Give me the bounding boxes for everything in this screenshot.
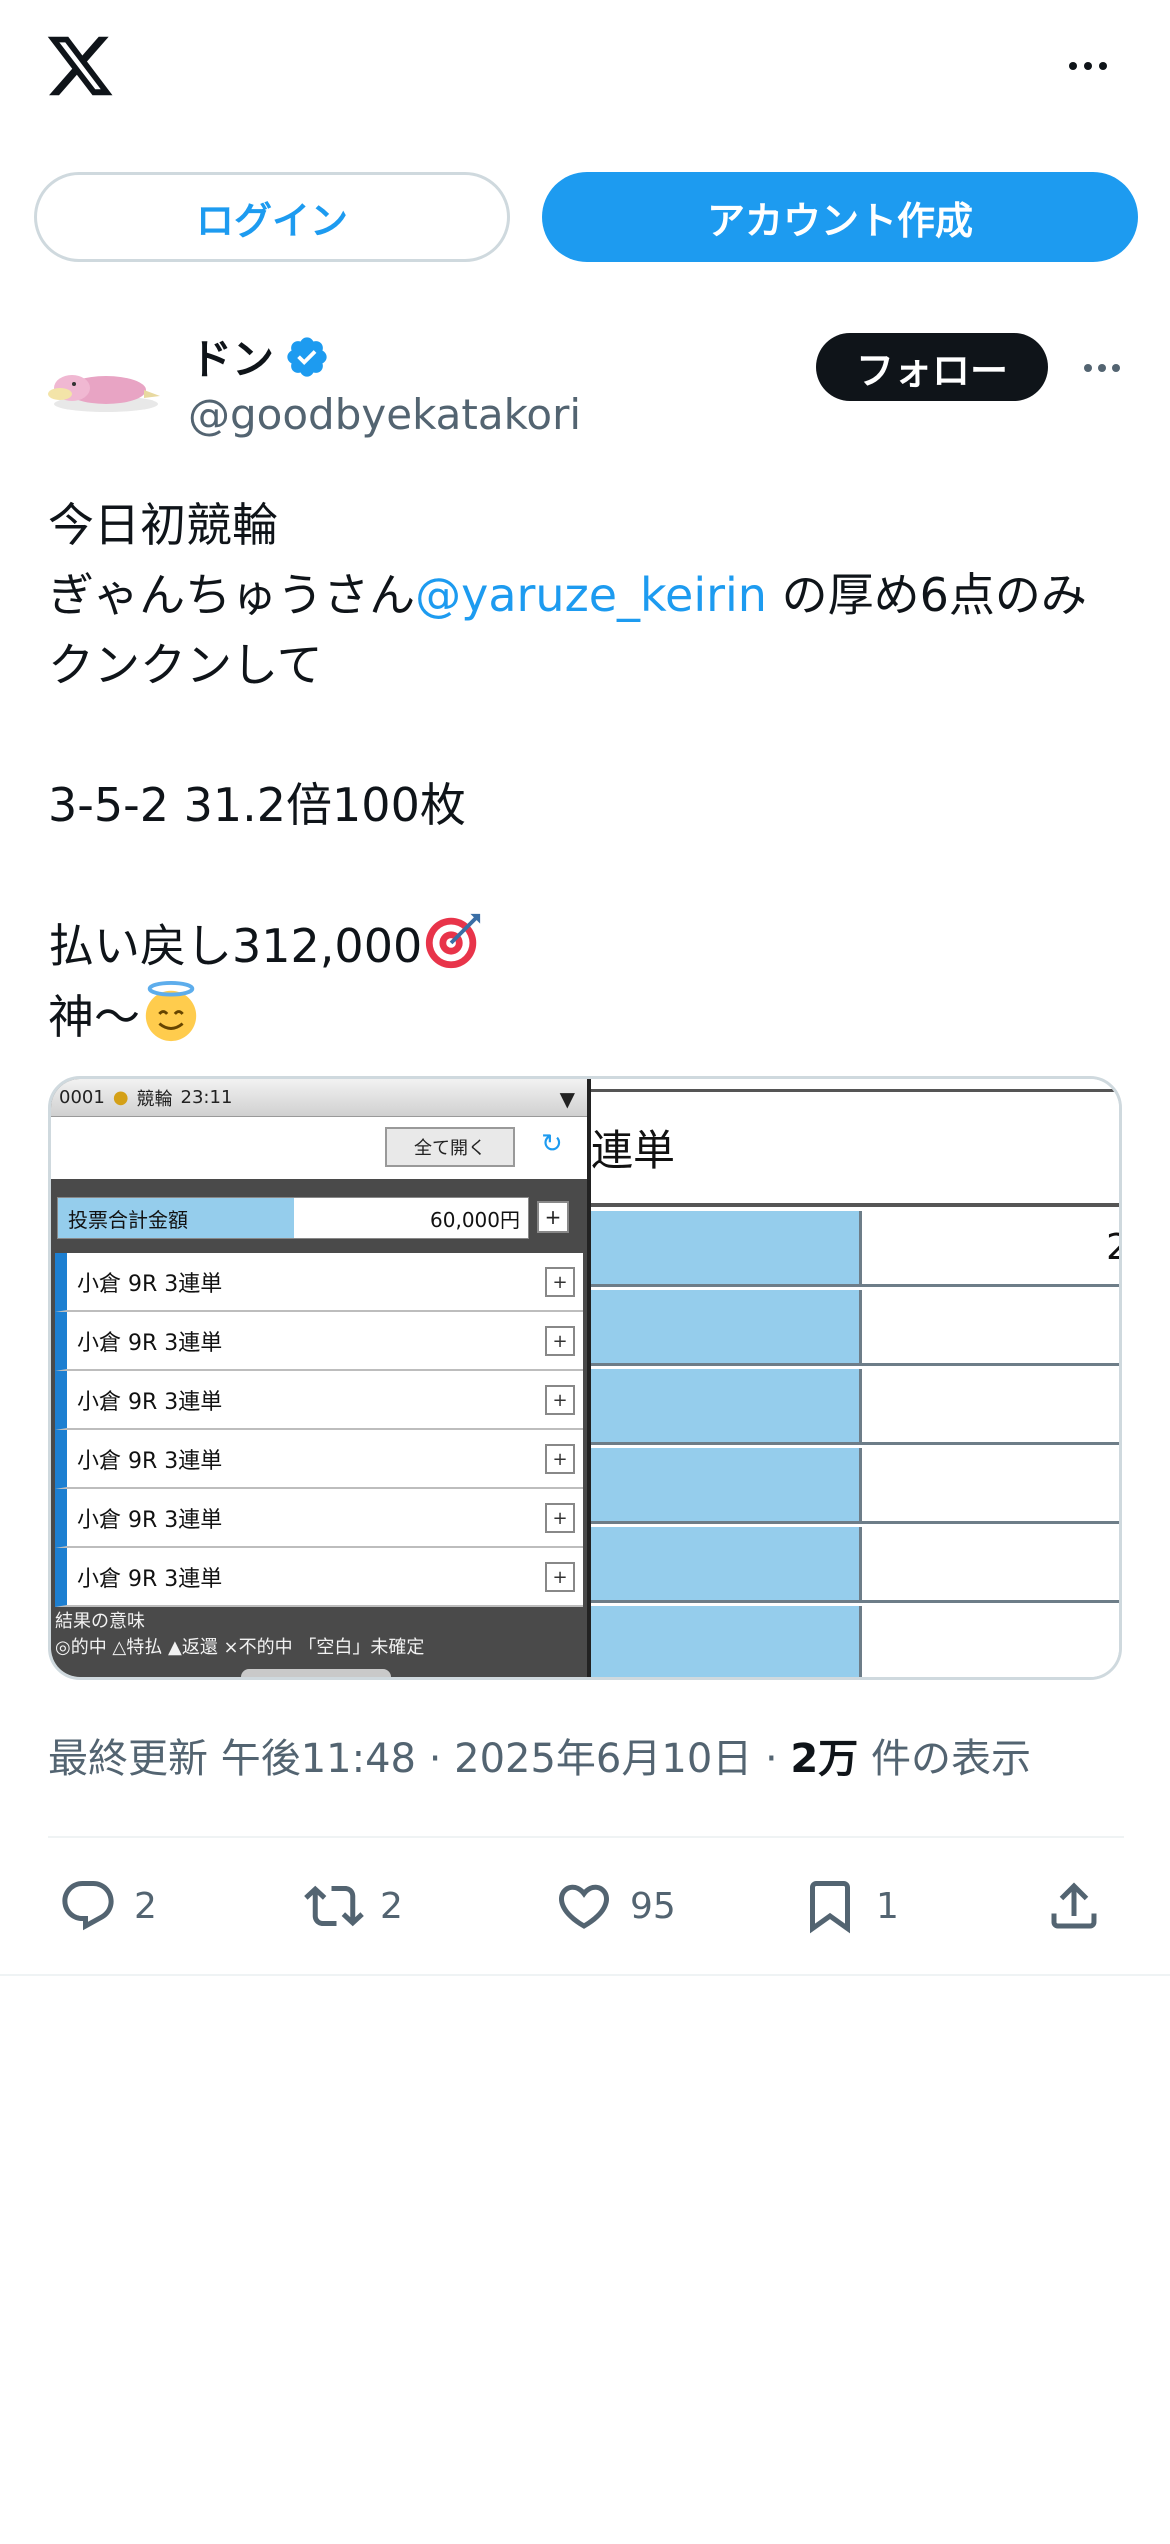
smiling-face-with-halo-emoji-icon bbox=[145, 981, 197, 1042]
betting-app-screenshot: 0001 ● 競輪 23:11 ▼ 全て開く ↻ 投票合計金額 60,000円 … bbox=[51, 1079, 587, 1677]
direct-hit-emoji-icon bbox=[426, 913, 481, 969]
tweet-line: 払い戻し312,000 bbox=[48, 910, 1128, 981]
scroll-handle bbox=[241, 1669, 391, 1677]
plus-icon: + bbox=[545, 1326, 575, 1356]
author-handle[interactable]: @goodbyekatakori bbox=[188, 390, 581, 439]
login-button[interactable]: ログイン bbox=[34, 172, 510, 262]
bet-row: 小倉 9R 3連単 + bbox=[55, 1371, 583, 1430]
tweet-meta: 最終更新 午後11:48 · 2025年6月10日 · 2万 件の表示 bbox=[48, 1726, 1031, 1784]
share-icon bbox=[1051, 1882, 1097, 1929]
total-amount-row: 投票合計金額 60,000円 bbox=[57, 1197, 529, 1239]
plus-icon: + bbox=[545, 1503, 575, 1533]
reply-count: 2 bbox=[134, 1885, 157, 1927]
more-options-icon[interactable] bbox=[1060, 44, 1116, 88]
plus-icon: + bbox=[545, 1444, 575, 1474]
share-button[interactable] bbox=[1044, 1866, 1104, 1946]
top-bar bbox=[0, 0, 1170, 140]
like-button[interactable]: 95 bbox=[554, 1866, 676, 1946]
timestamp[interactable]: 最終更新 午後11:48 · 2025年6月10日 · bbox=[48, 1736, 790, 1782]
tweet-line: 神〜 bbox=[48, 981, 1128, 1052]
divider bbox=[0, 1974, 1170, 1976]
tweet-media-image[interactable]: 0001 ● 競輪 23:11 ▼ 全て開く ↻ 投票合計金額 60,000円 … bbox=[48, 1076, 1122, 1680]
bet-row: 小倉 9R 3連単 + bbox=[55, 1489, 583, 1548]
result-legend: 結果の意味 ◎的中 △特払 ▲返還 ×不的中 「空白」未確定 bbox=[55, 1611, 425, 1658]
tweet-line: クンクンして bbox=[48, 638, 323, 692]
plus-icon: + bbox=[545, 1562, 575, 1592]
bet-list: 小倉 9R 3連単 + 小倉 9R 3連単 + 小倉 9R 3連単 + 小倉 9R 3… bbox=[55, 1253, 583, 1607]
heart-icon bbox=[558, 1884, 610, 1929]
bookmark-button[interactable]: 1 bbox=[800, 1866, 899, 1946]
create-account-button[interactable]: アカウント作成 bbox=[542, 172, 1138, 262]
table-title: 連単 bbox=[591, 1089, 1119, 1207]
bet-row: 小倉 9R 3連単 + bbox=[55, 1548, 583, 1607]
open-all-button: 全て開く bbox=[385, 1127, 515, 1167]
retweet-count: 2 bbox=[380, 1885, 403, 1927]
mention-link[interactable]: @yaruze_keirin bbox=[415, 568, 767, 622]
action-bar: 2 2 95 1 bbox=[48, 1866, 1124, 1946]
display-name-text[interactable]: ドン bbox=[190, 326, 274, 387]
tweet-line: ぎゃんちゅうさん@yaruze_keirin の厚め6点のみ bbox=[48, 568, 1087, 622]
follow-button[interactable]: フォロー bbox=[816, 333, 1048, 401]
bookmark-count: 1 bbox=[876, 1885, 899, 1927]
tweet-more-icon[interactable] bbox=[1074, 346, 1130, 390]
retweet-icon bbox=[304, 1885, 364, 1927]
plus-icon: + bbox=[545, 1267, 575, 1297]
bet-row: 小倉 9R 3連単 + bbox=[55, 1253, 583, 1312]
plus-icon: + bbox=[537, 1201, 569, 1233]
tweet-text: 今日初競輪 ぎゃんちゅうさん@yaruze_keirin の厚め6点のみ クンク… bbox=[48, 490, 1128, 1052]
like-count: 95 bbox=[630, 1885, 676, 1927]
odds-table-screenshot: 連単 2 bbox=[587, 1079, 1119, 1677]
divider bbox=[48, 1836, 1124, 1838]
avatar[interactable] bbox=[44, 344, 164, 424]
verified-badge-icon bbox=[287, 336, 327, 377]
author-display-name[interactable]: ドン bbox=[190, 326, 330, 387]
total-amount-value: 60,000円 bbox=[430, 1207, 520, 1232]
refresh-icon: ↻ bbox=[541, 1129, 563, 1159]
trophy-icon: ● bbox=[112, 1087, 129, 1108]
plus-icon: + bbox=[545, 1385, 575, 1415]
phone-status-bar: 0001 ● 競輪 23:11 ▼ bbox=[51, 1079, 587, 1117]
bet-row: 小倉 9R 3連単 + bbox=[55, 1430, 583, 1489]
total-amount-label: 投票合計金額 bbox=[58, 1198, 294, 1238]
bookmark-icon bbox=[810, 1881, 850, 1934]
x-logo-icon[interactable] bbox=[44, 30, 116, 102]
view-label: 件の表示 bbox=[858, 1736, 1031, 1782]
tweet-line: 今日初競輪 bbox=[48, 498, 278, 552]
reply-icon bbox=[62, 1881, 114, 1931]
tweet-line: 3-5-2 31.2倍100枚 bbox=[48, 778, 466, 832]
view-count: 2万 bbox=[790, 1736, 859, 1782]
reply-button[interactable]: 2 bbox=[58, 1866, 157, 1946]
retweet-button[interactable]: 2 bbox=[304, 1866, 403, 1946]
dropdown-arrow-icon: ▼ bbox=[559, 1087, 575, 1111]
bet-row: 小倉 9R 3連単 + bbox=[55, 1312, 583, 1371]
